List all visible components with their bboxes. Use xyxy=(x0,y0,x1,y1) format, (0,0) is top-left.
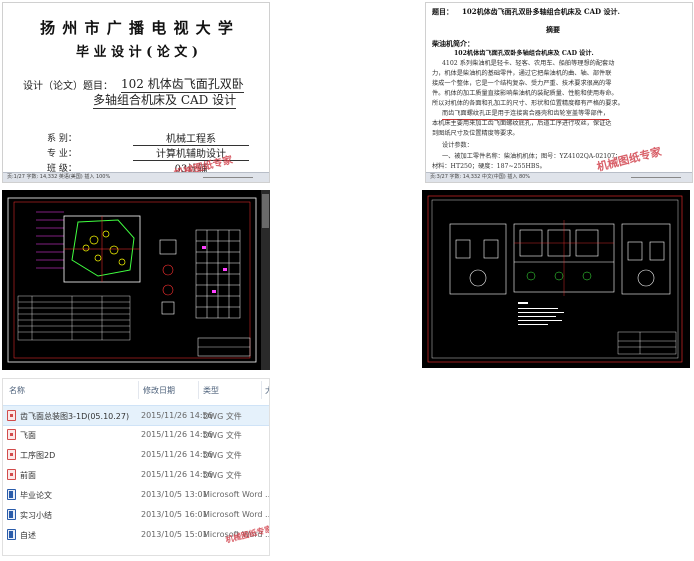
thesis-cover-page: 扬 州 市 广 播 电 视 大 学 毕 业 设 计 ( 论 文 ) 设计（论文）… xyxy=(2,2,270,183)
file-type: DWG 文件 xyxy=(203,431,242,440)
department-label: 系 别： xyxy=(47,134,77,144)
department-value: 机械工程系 xyxy=(133,130,249,146)
file-row[interactable]: 实习小结 2013/10/5 16:01 Microsoft Word ... xyxy=(3,505,269,524)
university-name: 扬 州 市 广 播 电 视 大 学 xyxy=(40,19,234,37)
file-name: 实习小结 xyxy=(20,511,52,520)
column-date[interactable]: 修改日期 xyxy=(143,385,175,396)
column-header-row: 名称 修改日期 类型 大 xyxy=(3,379,269,401)
column-separator xyxy=(198,381,199,399)
file-date: 2013/10/5 16:01 xyxy=(141,510,208,519)
major-label: 专 业： xyxy=(47,149,77,159)
file-date: 2015/11/26 14:56 xyxy=(141,411,213,420)
dwg-file-icon xyxy=(7,469,16,480)
abstract-title: 102机体齿飞面孔双卧多轴组合机床及 CAD 设计. xyxy=(462,7,620,16)
file-type: DWG 文件 xyxy=(203,451,242,460)
abstract-line: 力，机体是柴油机的基础零件，通过它把柴油机的曲、轴、部件联 xyxy=(432,70,612,77)
cad-assembly-drawing[interactable] xyxy=(2,190,270,370)
file-type: DWG 文件 xyxy=(203,471,242,480)
abstract-line: 本机床主要用来加工齿飞面螺纹底孔，后道工序进行攻丝，保证达 xyxy=(432,120,612,127)
file-date: 2015/11/26 14:56 xyxy=(141,470,213,479)
file-type: DWG 文件 xyxy=(203,412,242,421)
file-name: 工序图2D xyxy=(20,451,56,460)
word-file-icon xyxy=(7,489,16,500)
abstract-line: 102机体齿飞面孔双卧多轴组合机床及 CAD 设计. xyxy=(454,50,594,57)
file-explorer: 名称 修改日期 类型 大 齿飞面总装图3-1D(05.10.27) 2015/1… xyxy=(2,378,270,556)
column-separator xyxy=(261,381,262,399)
abstract-line: 接成一个整体，它是一个结构复杂、受力严重、技术要求很高的零 xyxy=(432,80,612,87)
file-row[interactable]: 前面 2015/11/26 14:56 DWG 文件 xyxy=(3,465,269,484)
file-name: 齿飞面总装图3-1D(05.10.27) xyxy=(20,412,130,421)
file-name: 毕业论文 xyxy=(20,491,52,500)
file-row[interactable]: 工序图2D 2015/11/26 14:56 DWG 文件 xyxy=(3,445,269,464)
cad-canvas[interactable] xyxy=(422,190,690,368)
word-status-bar: 页:1/27 字数: 14,332 英语(美国) 插入 100% xyxy=(3,172,269,182)
abstract-line: 材料：HT250；硬度：187~255HBS。 xyxy=(432,163,546,170)
zoom-slider[interactable] xyxy=(631,177,681,178)
scrollbar-thumb[interactable] xyxy=(262,194,269,228)
file-date: 2015/11/26 14:56 xyxy=(141,450,213,459)
abstract-section: 柴油机简介： xyxy=(432,39,474,48)
watermark: 机械图纸专家 xyxy=(595,145,663,174)
abstract-line: 件。机体的加工质量直接影响柴油机的装配质量、性能和使用寿命。 xyxy=(432,90,618,97)
abstract-heading: 摘要 xyxy=(546,25,560,34)
dwg-file-icon xyxy=(7,449,16,460)
topic-label: 设计（论文）题目： xyxy=(23,81,113,92)
cad-process-drawing[interactable] xyxy=(422,190,690,368)
dwg-file-icon xyxy=(7,429,16,440)
cad-canvas[interactable] xyxy=(2,190,270,370)
abstract-line: 所以对机体的各面和孔加工的尺寸、形状和位置精度都有严格的要求。 xyxy=(432,100,624,107)
file-row[interactable]: 毕业论文 2013/10/5 13:01 Microsoft Word ... xyxy=(3,485,269,504)
file-date: 2013/10/5 15:01 xyxy=(141,530,208,539)
word-file-icon xyxy=(7,529,16,540)
file-date: 2013/10/5 13:01 xyxy=(141,490,208,499)
column-size[interactable]: 大 xyxy=(265,385,269,396)
topic-line-2: 多轴组合机床及 CAD 设计 xyxy=(93,93,237,109)
abstract-line: 一、被加工零件名称：柴油机机体；图号：YZ4102QA-02107； xyxy=(442,153,622,160)
file-row[interactable]: 齿飞面总装图3-1D(05.10.27) 2015/11/26 14:56 DW… xyxy=(3,405,269,426)
file-name: 前面 xyxy=(20,471,36,480)
status-text: 页:1/27 字数: 14,332 英语(美国) 插入 100% xyxy=(7,174,111,180)
file-date: 2015/11/26 14:56 xyxy=(141,430,213,439)
zoom-slider[interactable] xyxy=(203,177,253,178)
file-name: 飞面 xyxy=(20,431,36,440)
file-type: Microsoft Word ... xyxy=(203,510,270,519)
abstract-line: 4102 系列柴油机是轻卡、轻客、农用车、船舶等理想的配套动 xyxy=(442,60,615,67)
column-separator xyxy=(138,381,139,399)
abstract-line: 设计参数： xyxy=(442,142,473,149)
word-file-icon xyxy=(7,509,16,520)
file-type: Microsoft Word ... xyxy=(203,490,270,499)
dwg-file-icon xyxy=(7,410,16,421)
thesis-abstract-page: 题目： 102机体齿飞面孔双卧多轴组合机床及 CAD 设计. 摘要 柴油机简介：… xyxy=(425,2,693,183)
document-type: 毕 业 设 计 ( 论 文 ) xyxy=(76,45,198,60)
column-type[interactable]: 类型 xyxy=(203,385,219,396)
vertical-scrollbar[interactable] xyxy=(261,190,270,370)
file-name: 自述 xyxy=(20,531,36,540)
abstract-line: 到图纸尺寸及位置精度等要求。 xyxy=(432,130,519,137)
word-status-bar: 页:3/27 字数: 14,332 中文(中国) 插入 80% xyxy=(426,172,692,182)
column-name[interactable]: 名称 xyxy=(9,385,25,396)
status-text: 页:3/27 字数: 14,332 中文(中国) 插入 80% xyxy=(430,174,531,180)
abstract-title-prefix: 题目： xyxy=(432,7,453,16)
file-row[interactable]: 飞面 2015/11/26 14:56 DWG 文件 xyxy=(3,425,269,444)
